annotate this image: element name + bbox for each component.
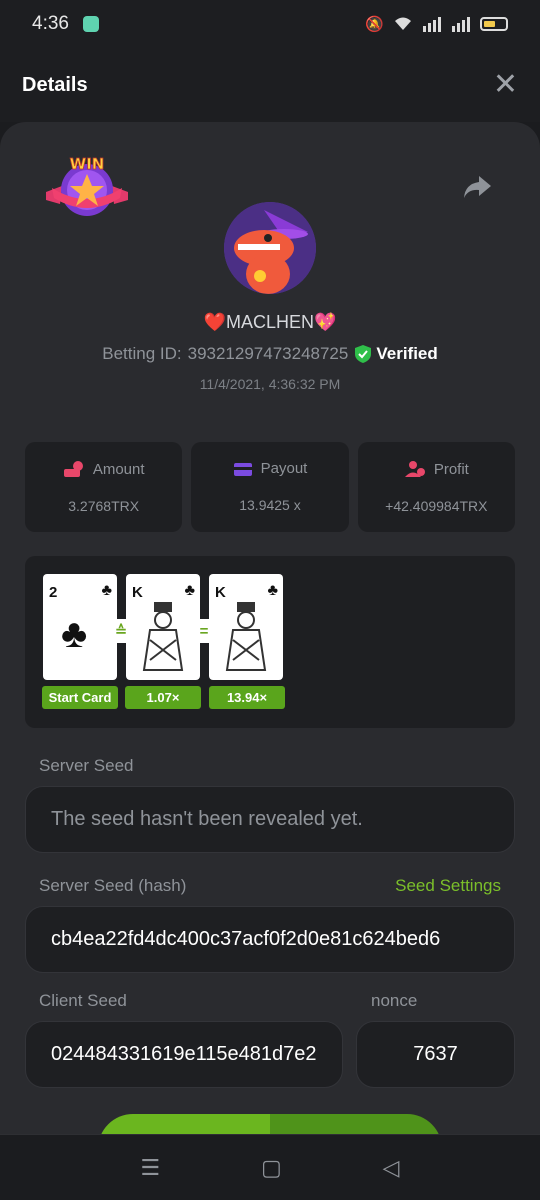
client-seed-label: Client Seed bbox=[39, 991, 127, 1010]
verified-label: Verified bbox=[376, 344, 438, 363]
bet-datetime: 11/4/2021, 4:36:32 PM bbox=[199, 376, 341, 392]
cards-box: 2 ♣ ♣ ≙ K ♣ = K ♣ Start Card 1.07× 13.94… bbox=[25, 556, 515, 728]
back-icon[interactable]: ◁ bbox=[383, 1155, 400, 1181]
nonce-field[interactable]: 7637 bbox=[356, 1021, 515, 1088]
details-header: Details ✕ bbox=[0, 48, 540, 122]
card-second: K ♣ bbox=[126, 574, 200, 680]
card-rank: 2 bbox=[49, 584, 58, 601]
server-hash-value: cb4ea22fd4dc400c37acf0f2d0e81c624bed6 bbox=[51, 928, 441, 950]
club-suit-icon: ♣ bbox=[184, 582, 196, 599]
stat-profit-label: Profit bbox=[433, 460, 469, 478]
sparkle-heart-icon: 💖 bbox=[314, 312, 337, 332]
username-text: MACLHEN bbox=[225, 312, 314, 332]
client-seed-value: 024484331619e115e481d7e2 bbox=[51, 1043, 317, 1065]
money-bag-icon bbox=[63, 461, 83, 477]
share-icon[interactable] bbox=[462, 174, 492, 200]
signal-icon bbox=[423, 17, 441, 32]
shield-check-icon bbox=[355, 345, 372, 363]
win-badge-icon: WIN bbox=[46, 155, 128, 216]
wallet-icon bbox=[233, 462, 252, 476]
system-nav-bar: ☰ ▢ ◁ bbox=[0, 1134, 540, 1200]
stat-payout: Payout 13.9425 x bbox=[191, 442, 349, 532]
stat-amount-value: 3.2768TRX bbox=[68, 498, 140, 514]
signal-icon bbox=[452, 17, 470, 32]
stat-profit-value: +42.409984TRX bbox=[385, 498, 488, 514]
club-suit-icon: ♣ bbox=[101, 582, 113, 599]
mute-icon: 🔕 bbox=[365, 16, 384, 33]
nonce-value: 7637 bbox=[413, 1043, 458, 1065]
king-figure-icon bbox=[225, 602, 267, 671]
king-figure-icon bbox=[142, 602, 184, 671]
stat-payout-value: 13.9425 x bbox=[239, 497, 301, 513]
betting-id-row: Betting ID: 39321297473248725 Verified bbox=[0, 344, 540, 364]
wifi-icon bbox=[395, 17, 411, 30]
stat-payout-label: Payout bbox=[260, 460, 308, 477]
server-hash-field[interactable]: cb4ea22fd4dc400c37acf0f2d0e81c624bed6 bbox=[25, 906, 515, 973]
status-bar: 4:36 🔕 bbox=[0, 0, 540, 48]
status-icons: 🔕 bbox=[365, 15, 508, 33]
betting-id-label: Betting ID: bbox=[102, 344, 182, 363]
multiplier-badge: Start Card bbox=[42, 686, 118, 709]
user-coin-icon bbox=[404, 461, 425, 477]
multiplier-badge: 13.94× bbox=[209, 686, 285, 709]
card-start: 2 ♣ ♣ bbox=[43, 574, 117, 680]
stat-amount-label: Amount bbox=[92, 460, 145, 478]
server-seed-value: The seed hasn't been revealed yet. bbox=[51, 808, 363, 830]
app-notification-icon bbox=[82, 16, 99, 32]
multiplier-badge: 1.07× bbox=[125, 686, 201, 709]
heart-icon: ❤️ bbox=[203, 312, 226, 332]
details-panel: WIN ❤️MACLHEN💖 Betting ID: 3932129747324… bbox=[0, 122, 540, 1184]
seed-settings-link[interactable]: Seed Settings bbox=[395, 876, 501, 896]
club-suit-icon: ♣ bbox=[267, 582, 279, 599]
avatar bbox=[224, 202, 316, 294]
svg-text:WIN: WIN bbox=[70, 155, 105, 173]
stat-profit: Profit +42.409984TRX bbox=[357, 442, 515, 532]
server-seed-label: Server Seed bbox=[39, 756, 134, 775]
dragon-avatar-icon bbox=[224, 202, 316, 294]
username: ❤️MACLHEN💖 bbox=[0, 312, 540, 333]
status-time: 4:36 bbox=[32, 13, 69, 34]
page-title: Details bbox=[22, 73, 88, 96]
stats-row: Amount 3.2768TRX Payout 13.9425 x Profit… bbox=[25, 442, 515, 532]
client-seed-field[interactable]: 024484331619e115e481d7e2 bbox=[25, 1021, 343, 1088]
home-icon[interactable]: ▢ bbox=[261, 1155, 282, 1181]
card-third: K ♣ bbox=[209, 574, 283, 680]
menu-icon[interactable]: ☰ bbox=[140, 1155, 160, 1181]
card-rank: K bbox=[215, 584, 226, 601]
server-hash-label: Server Seed (hash) bbox=[39, 876, 187, 895]
verified-badge: Verified bbox=[354, 344, 438, 364]
server-seed-field[interactable]: The seed hasn't been revealed yet. bbox=[25, 786, 515, 853]
battery-icon bbox=[480, 17, 508, 31]
nonce-label: nonce bbox=[371, 991, 418, 1010]
stat-amount: Amount 3.2768TRX bbox=[25, 442, 183, 532]
close-icon[interactable]: ✕ bbox=[493, 70, 518, 100]
club-large-icon: ♣ bbox=[61, 612, 88, 656]
card-rank: K bbox=[132, 584, 143, 601]
betting-id-value: 39321297473248725 bbox=[187, 344, 349, 363]
